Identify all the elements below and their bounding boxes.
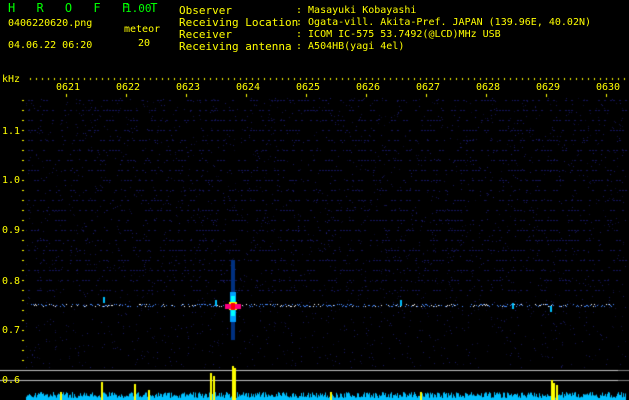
observer-value: : Masayuki Kobayashi [296, 5, 417, 16]
freq-label-0.9: 0.9 [2, 225, 21, 236]
meteor-label: meteor [124, 24, 161, 35]
time-label-0623: 0623 [176, 82, 201, 93]
freq-label-0.7: 0.7 [2, 325, 21, 336]
freq-label-1.0: 1.0 [2, 175, 21, 186]
antenna-label: Receiving antenna [179, 40, 292, 53]
freq-label-0.8: 0.8 [2, 276, 21, 287]
app-version: 1.00 [125, 2, 152, 15]
time-label-0630: 0630 [596, 82, 621, 93]
location-label: Receiving Location [179, 16, 299, 29]
time-label-0629: 0629 [536, 82, 561, 93]
time-label-0626: 0626 [356, 82, 381, 93]
freq-label-1.1: 1.1 [2, 126, 21, 137]
receiver-value: : ICOM IC-575 53.7492(@LCD)MHz USB [296, 29, 501, 40]
time-label-0627: 0627 [416, 82, 441, 93]
time-label-0625: 0625 [296, 82, 321, 93]
antenna-value: : A504HB(yagi 4el) [296, 41, 405, 52]
time-label-0622: 0622 [116, 82, 141, 93]
time-label-0624: 0624 [236, 82, 261, 93]
y-axis-unit: kHz [2, 74, 21, 85]
time-label-0621: 0621 [56, 82, 81, 93]
filename: 0406220620.png [8, 18, 93, 29]
observer-label: Observer [179, 4, 232, 17]
meteor-count: 20 [138, 38, 151, 49]
receiver-label: Receiver [179, 28, 232, 41]
freq-label-0.6: 0.6 [2, 375, 21, 386]
datetime: 04.06.22 06:20 [8, 40, 93, 51]
spectrogram-canvas [0, 0, 629, 400]
location-value: : Ogata-vill. Akita-Pref. JAPAN (139.96E… [296, 17, 592, 28]
time-label-0628: 0628 [476, 82, 501, 93]
